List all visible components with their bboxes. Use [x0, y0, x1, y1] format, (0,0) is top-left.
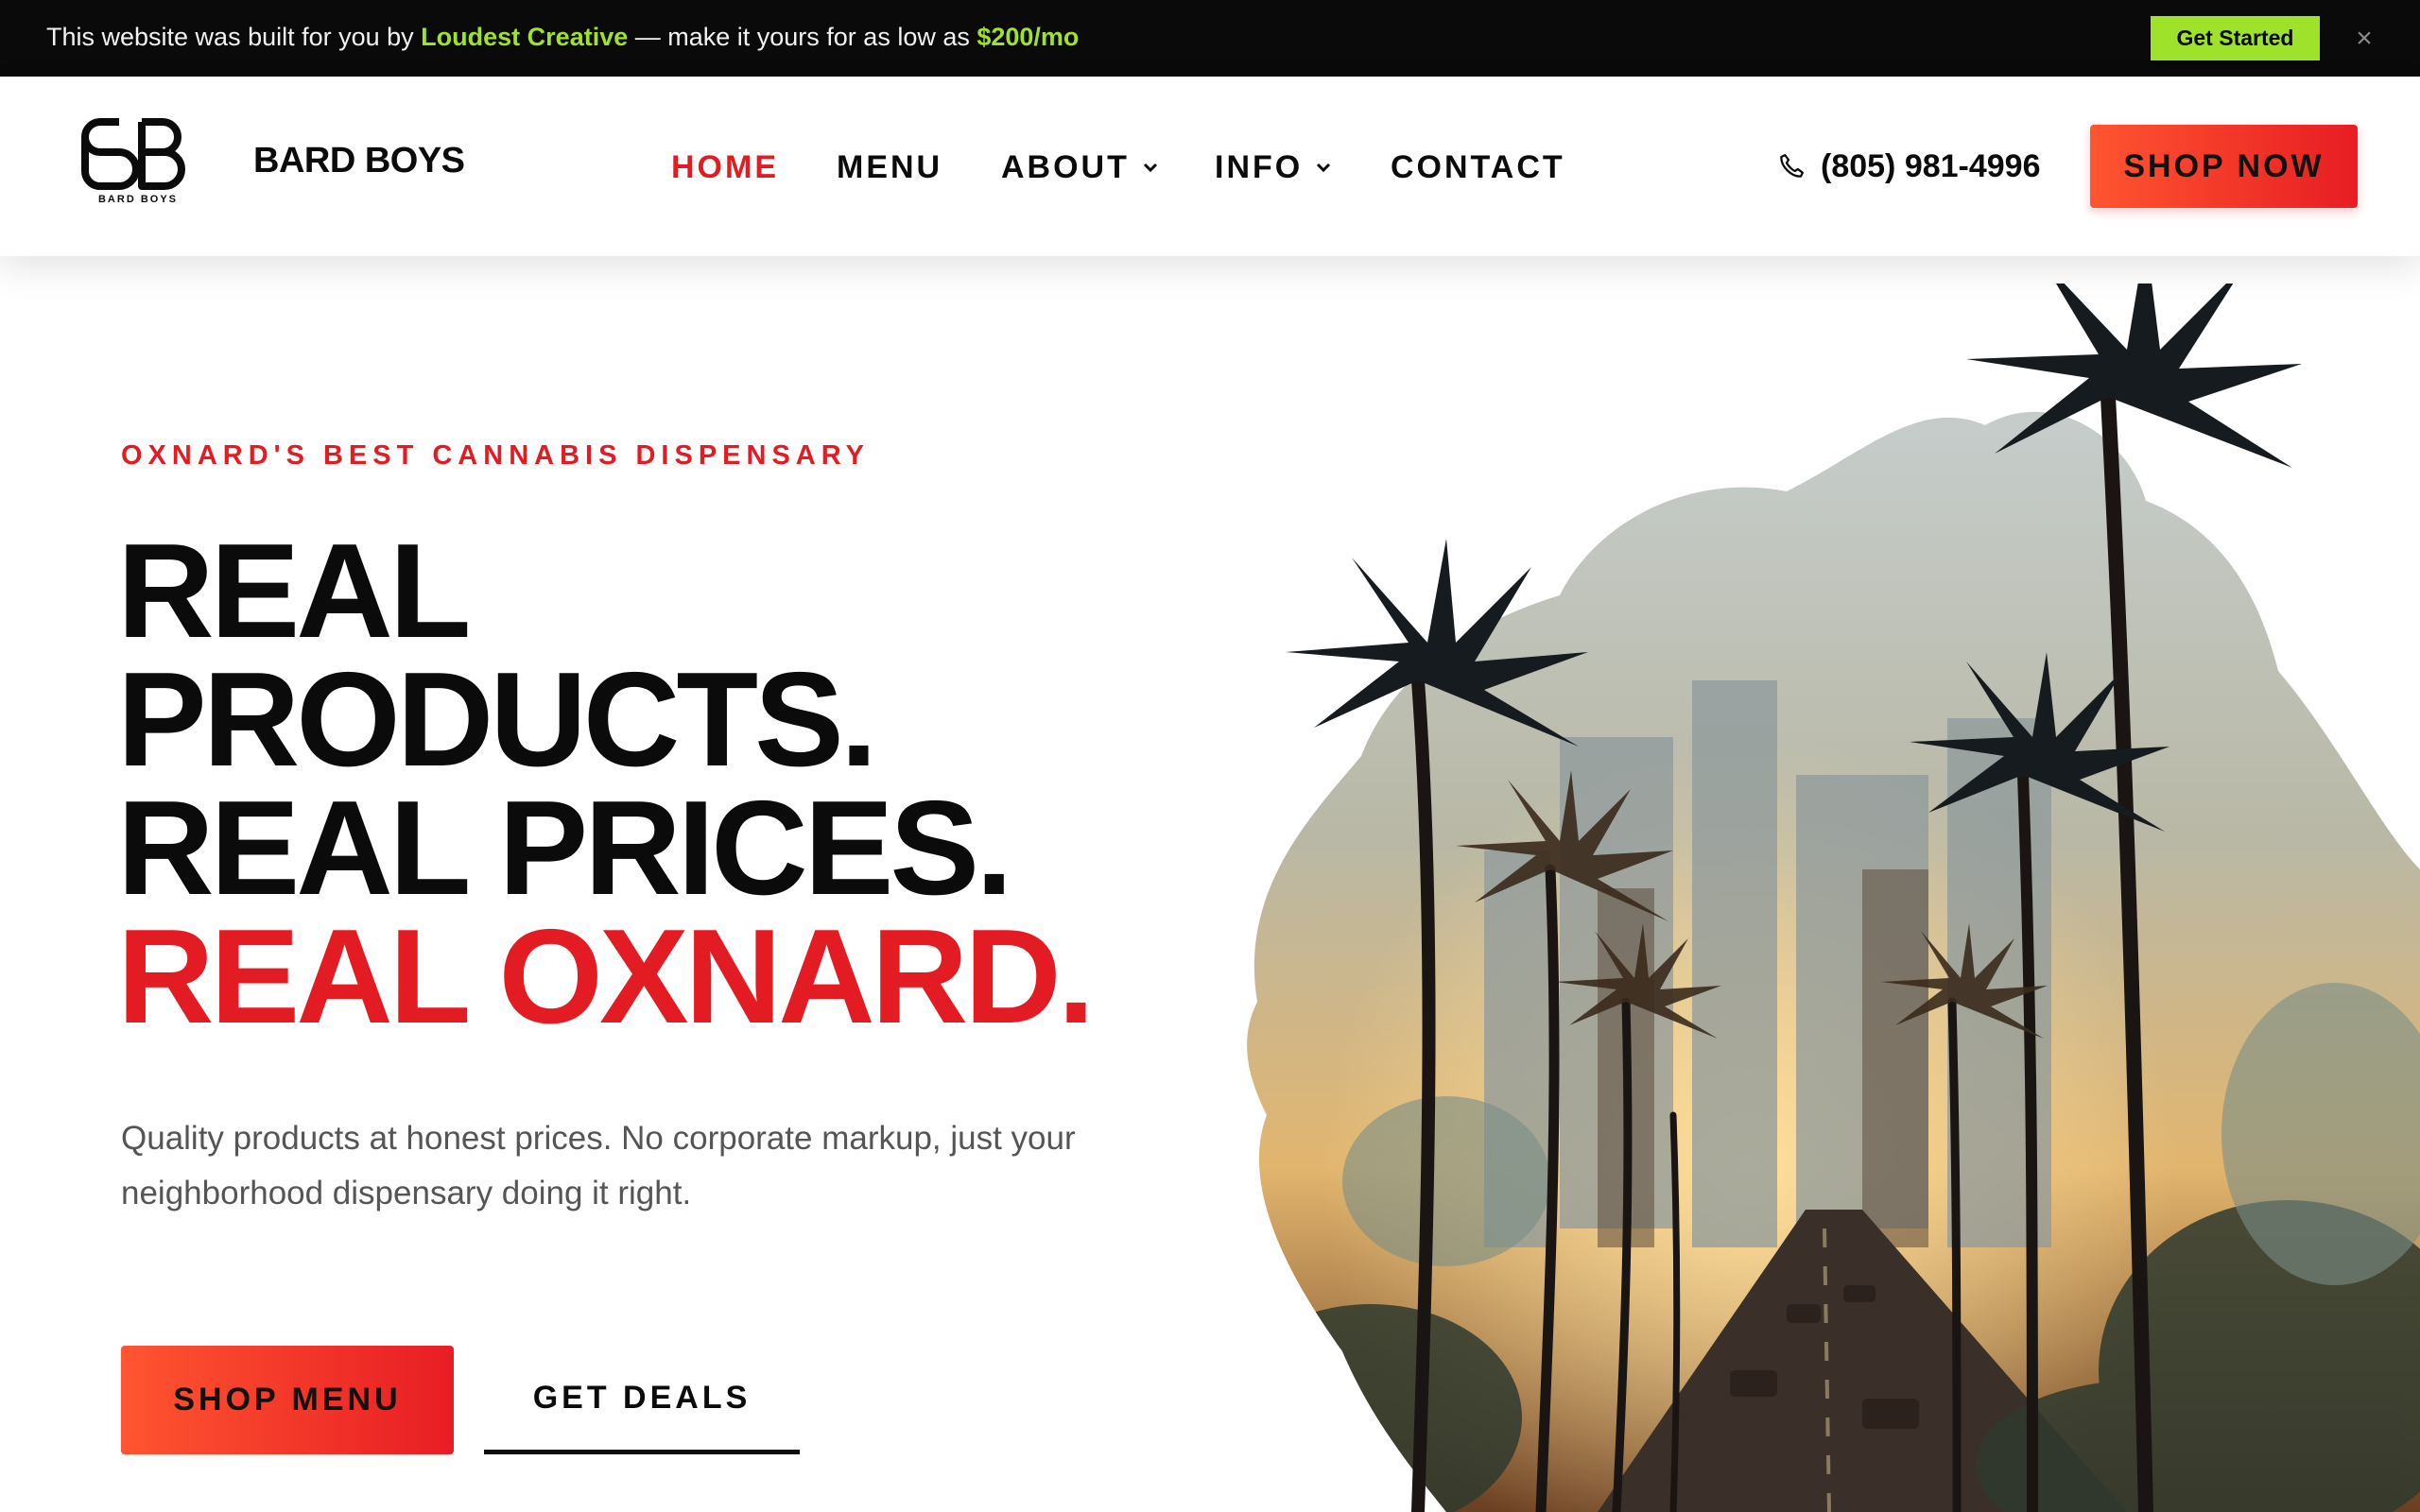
chevron-down-icon	[1317, 163, 1331, 173]
promo-price: $200/mo	[977, 23, 1080, 51]
phone-number: (805) 981-4996	[1821, 147, 2041, 184]
hero-image	[1247, 284, 2420, 1512]
logo-subtitle: BARD BOYS	[97, 194, 178, 205]
logo[interactable]: BARD BOYS	[81, 118, 195, 211]
hero-headline: REAL PRODUCTS. REAL PRICES. REAL OXNARD.	[117, 516, 1204, 1052]
logo-mark	[81, 118, 185, 190]
nav-item-about[interactable]: ABOUT	[1001, 146, 1160, 188]
nav-item-contact[interactable]: CONTACT	[1391, 146, 1565, 188]
close-icon[interactable]: ×	[2342, 17, 2386, 60]
nav-item-info[interactable]: INFO	[1215, 146, 1333, 188]
nav-label-contact: CONTACT	[1391, 148, 1565, 185]
get-started-button[interactable]: Get Started	[2151, 16, 2320, 60]
hero-subtext: Quality products at honest prices. No co…	[121, 1120, 1076, 1211]
site-header: BARD BOYS BARD BOYS HOME MENU ABOUT INFO…	[0, 77, 2420, 256]
phone-icon	[1780, 154, 1804, 178]
phone-link[interactable]: (805) 981-4996	[1777, 145, 2041, 188]
nav-label-home: HOME	[671, 148, 779, 185]
promo-text-before: This website was built for you by	[46, 23, 422, 51]
shop-menu-button[interactable]: SHOP MENU	[121, 1346, 454, 1454]
promo-text: This website was built for you by Loudes…	[46, 0, 1079, 77]
get-deals-button[interactable]: GET DEALS	[484, 1346, 800, 1454]
nav-label-about: ABOUT	[1001, 148, 1130, 185]
promo-text-middle: — make it yours for as low as	[628, 23, 977, 51]
headline-line-3: REAL PRICES.	[117, 773, 1013, 923]
shop-now-button[interactable]: SHOP NOW	[2090, 125, 2358, 208]
nav-label-info: INFO	[1215, 148, 1304, 185]
brand-name[interactable]: BARD BOYS	[253, 141, 465, 181]
promo-bar: This website was built for you by Loudes…	[0, 0, 2420, 77]
nav-item-menu[interactable]: MENU	[837, 146, 942, 188]
headline-accent: REAL OXNARD.	[117, 902, 1095, 1052]
promo-brand-link[interactable]: Loudest Creative	[421, 23, 628, 51]
nav-item-home[interactable]: HOME	[671, 146, 779, 188]
hero-eyebrow: OXNARD'S BEST CANNABIS DISPENSARY	[121, 440, 870, 471]
nav-label-menu: MENU	[837, 148, 943, 185]
headline-line-2: PRODUCTS.	[117, 644, 877, 795]
chevron-down-icon	[1143, 163, 1157, 173]
headline-line-1: REAL	[117, 516, 472, 666]
